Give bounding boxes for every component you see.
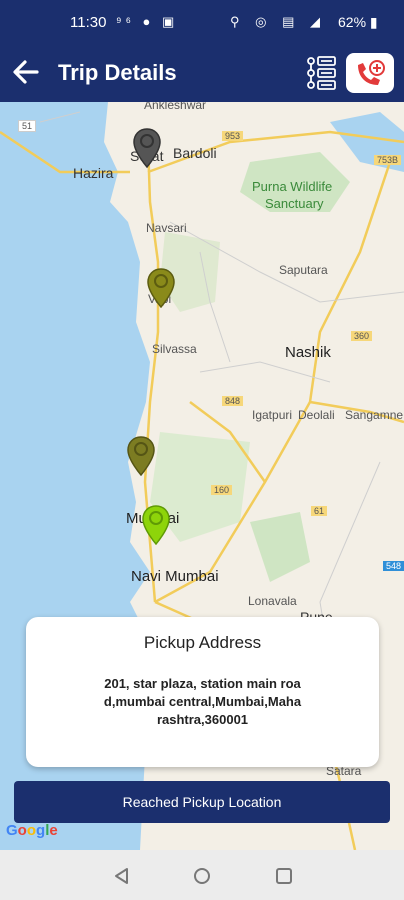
system-icons: ⚲ ◎ ▤ ◢ <box>230 14 326 29</box>
status-time: 11:30 <box>70 14 107 31</box>
status-bar: 11:30 ⁹⁶ ● ▣ ⚲ ◎ ▤ ◢ 62% ▮ <box>0 0 404 46</box>
notification-icons: ⁹⁶ ● ▣ <box>116 14 179 29</box>
map-label-saputara: Saputara <box>279 263 328 277</box>
highway-shield: 548 <box>383 561 404 571</box>
highway-shield: 160 <box>211 485 233 495</box>
map-label-igatpuri: Igatpuri <box>252 408 293 422</box>
pickup-heading: Pickup Address <box>143 633 262 652</box>
back-button[interactable] <box>10 56 42 88</box>
map-label-navsari: Navsari <box>146 221 187 235</box>
battery-level: 62% ▮ <box>338 14 378 30</box>
map-label-navi-mumbai: Navi Mumbai <box>131 568 219 585</box>
emergency-call-button[interactable] <box>346 53 394 93</box>
map-label-hazira: Hazira <box>73 165 114 181</box>
reached-pickup-button[interactable]: Reached Pickup Location <box>14 781 390 823</box>
app-bar: Trip Details <box>0 46 404 102</box>
map-label-nashik: Nashik <box>285 344 331 361</box>
map-label-sangamner: Sangamne <box>345 408 404 422</box>
phone-plus-icon <box>358 60 385 85</box>
nav-back-icon[interactable] <box>112 866 132 886</box>
map-pin-icon[interactable] <box>147 268 175 308</box>
highway-shield: 360 <box>351 331 373 341</box>
map-label-deolali: Deolali <box>298 408 335 422</box>
highway-shield: 753B <box>374 155 402 165</box>
highway-shield: 51 <box>18 120 37 132</box>
trip-list-button[interactable] <box>306 54 338 92</box>
map-pin-icon[interactable] <box>142 505 170 545</box>
google-logo: Google <box>6 822 58 839</box>
pickup-address: 201, star plaza, station main road,mumba… <box>103 676 302 727</box>
nav-recents-icon[interactable] <box>274 866 294 886</box>
map-pin-icon[interactable] <box>133 128 161 168</box>
map-label-silvassa: Silvassa <box>152 342 197 356</box>
nav-home-icon[interactable] <box>192 866 212 886</box>
map-label-ankleshwar: Ankleshwar <box>144 102 207 112</box>
highway-shield: 953 <box>222 131 244 141</box>
highway-shield: 61 <box>311 506 328 516</box>
map-pin-icon[interactable] <box>127 436 155 476</box>
map-label-lonavala: Lonavala <box>248 594 297 608</box>
list-icon <box>307 56 336 90</box>
map-label-bardoli: Bardoli <box>173 145 217 161</box>
arrow-left-icon <box>13 60 39 84</box>
page-title: Trip Details <box>58 60 177 85</box>
highway-shield: 848 <box>222 396 244 406</box>
map-label-sanctuary: Sanctuary <box>265 196 324 211</box>
pickup-address-card: Pickup Address 201, star plaza, station … <box>26 617 379 767</box>
map-label-purna: Purna Wildlife <box>252 179 333 194</box>
system-nav-bar <box>0 850 404 900</box>
